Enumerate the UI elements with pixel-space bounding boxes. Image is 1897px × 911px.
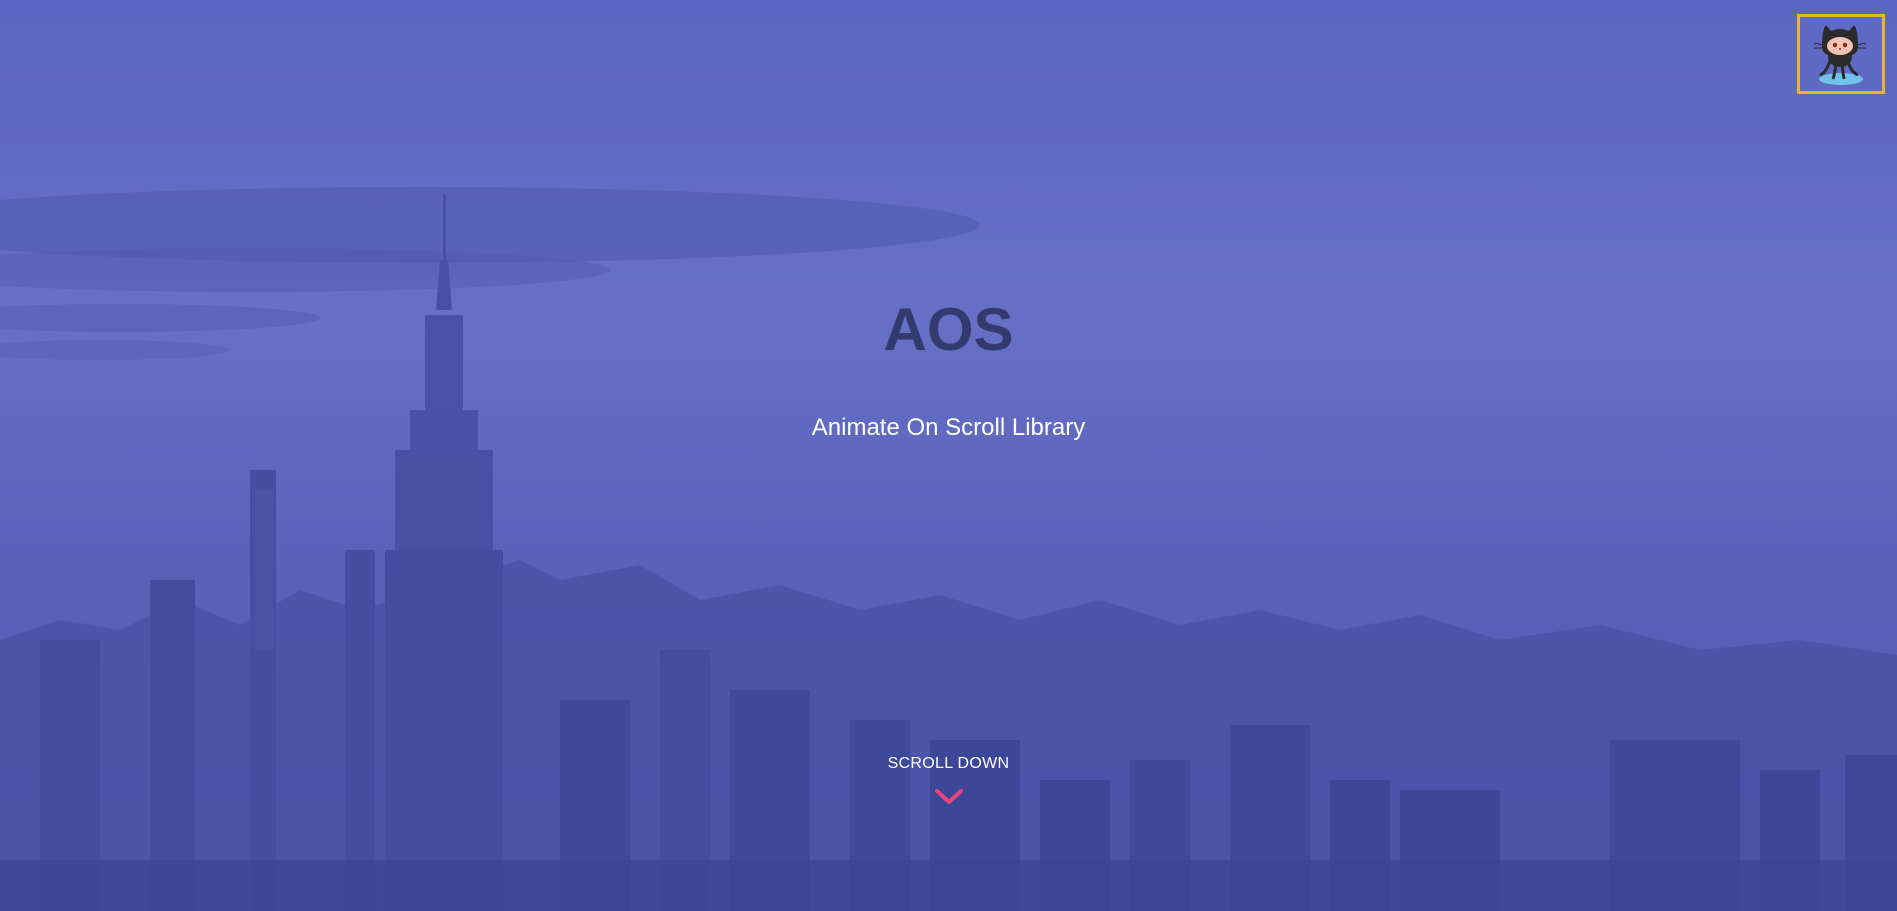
github-link[interactable] [1797, 14, 1885, 94]
octocat-icon [1813, 25, 1867, 85]
scroll-down-link[interactable]: SCROLL DOWN [0, 755, 1897, 807]
page-title: AOS [883, 296, 1014, 363]
page-subtitle: Animate On Scroll Library [811, 414, 1086, 441]
hero-section: AOS Animate On Scroll Library SCROLL DOW… [0, 0, 1897, 911]
chevron-down-icon [934, 789, 963, 804]
scroll-down-label: SCROLL DOWN [887, 755, 1010, 772]
